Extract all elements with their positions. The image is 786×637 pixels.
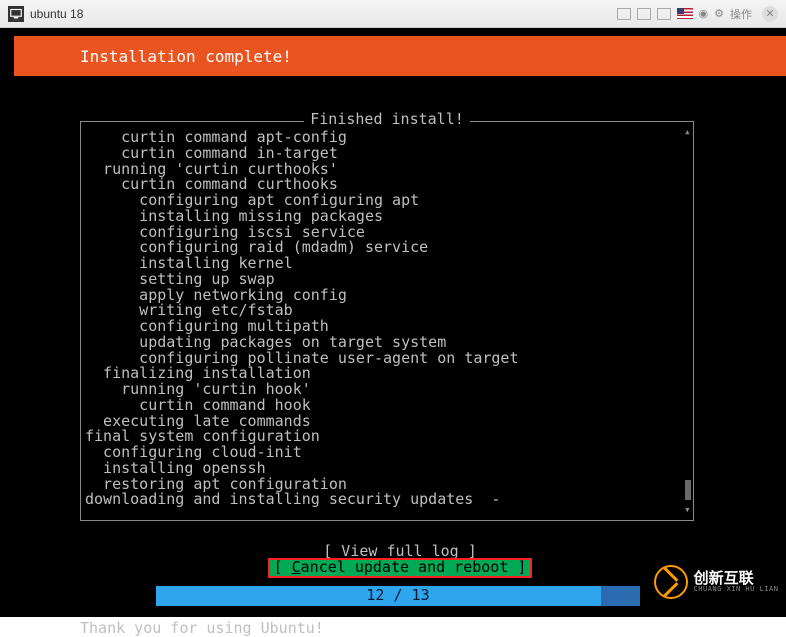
progress-label: 12 / 13 — [156, 586, 640, 606]
watermark-sub: CHUANG XIN HU LIAN — [694, 586, 779, 593]
header-title: Installation complete! — [80, 47, 292, 66]
cancel-update-reboot-button[interactable]: [ Cancel update and reboot ] — [270, 560, 531, 576]
progress-bar: 12 / 13 — [156, 586, 640, 606]
vm-titlebar: ubuntu 18 ◉ ⚙ 操作 ✕ — [0, 0, 786, 28]
win-control-icon[interactable] — [637, 8, 651, 20]
watermark: 创新互联 CHUANG XIN HU LIAN — [646, 559, 786, 605]
gear-icon[interactable]: ⚙ — [714, 7, 724, 20]
watermark-brand: 创新互联 — [694, 571, 779, 586]
scroll-thumb[interactable] — [685, 480, 691, 500]
win-control-icon[interactable] — [657, 8, 671, 20]
titlebar-icons: ◉ ⚙ 操作 ✕ — [617, 6, 778, 22]
vm-monitor-icon — [8, 6, 24, 22]
disc-icon[interactable]: ◉ — [699, 7, 709, 20]
log-box-title-wrap: Finished install! — [81, 112, 693, 128]
action-menu[interactable]: 操作 — [730, 6, 752, 22]
log-box: Finished install! curtin command apt-con… — [80, 121, 694, 521]
win-control-icon[interactable] — [617, 8, 631, 20]
scroll-up-icon[interactable]: ▴ — [684, 126, 691, 138]
scroll-down-icon[interactable]: ▾ — [684, 504, 691, 516]
close-icon[interactable]: ✕ — [762, 6, 778, 22]
footer-text: Thank you for using Ubuntu! — [80, 621, 324, 637]
log-scrollbar[interactable]: ▴ ▾ — [685, 128, 691, 514]
us-flag-icon[interactable] — [677, 8, 693, 19]
log-output: curtin command apt-config curtin command… — [85, 130, 683, 516]
header-bar: Installation complete! — [14, 36, 786, 76]
vm-screen: Installation complete! Finished install!… — [0, 28, 786, 617]
vm-title: ubuntu 18 — [30, 7, 83, 21]
log-box-title: Finished install! — [304, 110, 470, 128]
terminal-area: Finished install! curtin command apt-con… — [14, 76, 786, 617]
watermark-logo-icon — [654, 565, 688, 599]
